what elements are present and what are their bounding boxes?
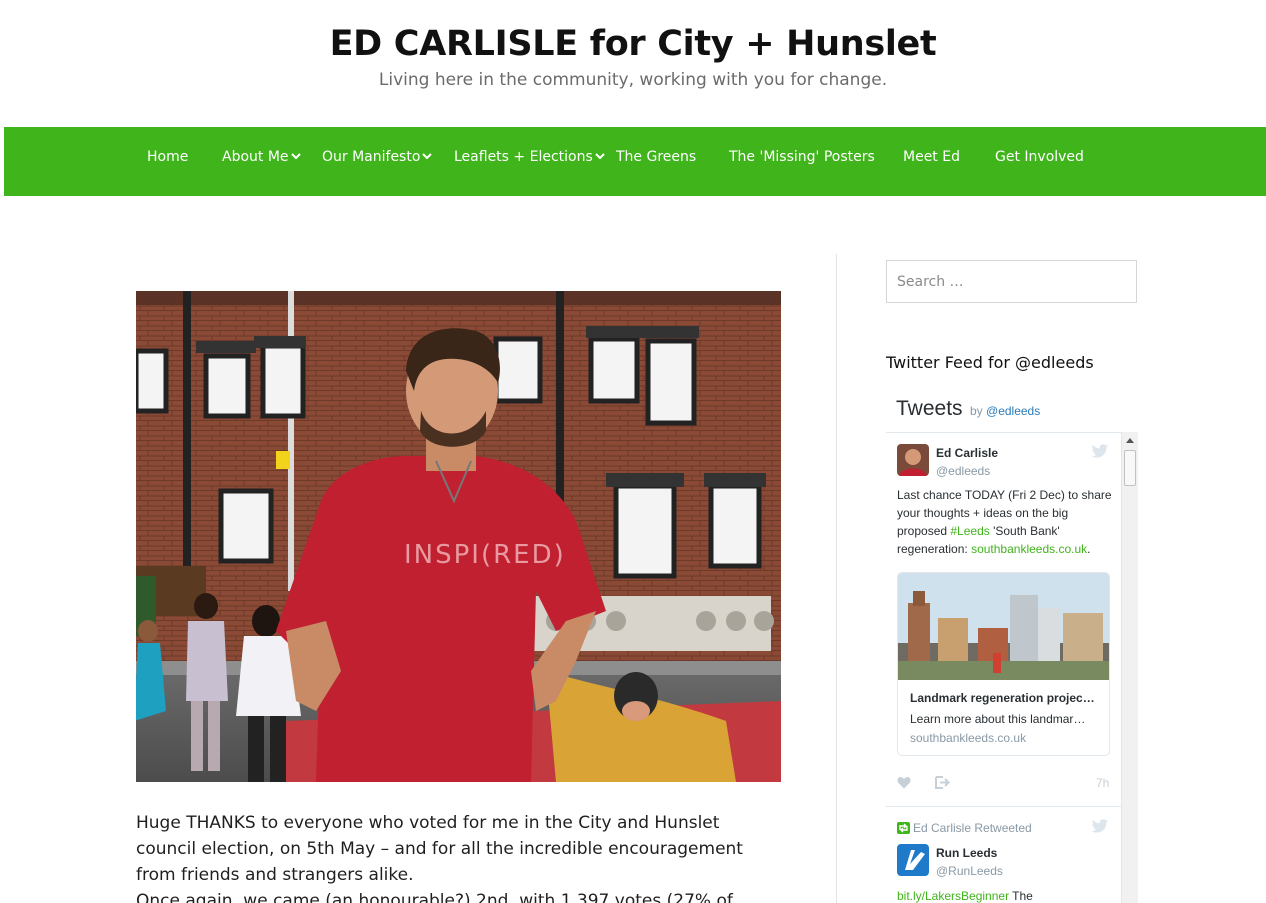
twitter-widget-title: Twitter Feed for @edleeds	[886, 353, 1094, 372]
tweet-author-name[interactable]: Run Leeds	[936, 846, 997, 860]
chevron-down-icon	[595, 153, 605, 160]
post-paragraph: Huge THANKS to everyone who voted for me…	[136, 813, 743, 885]
avatar[interactable]	[897, 844, 929, 876]
retweet-indicator: Ed Carlisle Retweeted	[897, 821, 1032, 835]
avatar-image	[897, 444, 929, 476]
featured-photo: INSPI(RED)	[136, 291, 781, 782]
tweet-text: bit.ly/LakersBeginner The	[897, 887, 1112, 903]
card-title: Landmark regeneration projec…	[910, 691, 1095, 705]
twitter-timeline-title: Tweets	[896, 397, 963, 420]
card-preview-image	[898, 573, 1109, 680]
card-domain: southbankleeds.co.uk	[910, 731, 1027, 745]
svg-text:INSPI(RED): INSPI(RED)	[404, 540, 566, 570]
link-preview-card[interactable]: Landmark regeneration projec… Learn more…	[897, 572, 1110, 756]
street-photo-image: INSPI(RED)	[136, 291, 781, 782]
avatar[interactable]	[897, 444, 929, 476]
nav-item-our-manifesto[interactable]: Our Manifesto	[322, 148, 433, 174]
nav-item-label: Home	[147, 149, 189, 165]
heart-icon[interactable]	[897, 776, 911, 789]
nav-item-meet-ed[interactable]: Meet Ed	[903, 148, 960, 174]
nav-item-label: Meet Ed	[903, 149, 960, 165]
hashtag-link[interactable]: #Leeds	[950, 524, 989, 538]
tweet-url-link[interactable]: southbankleeds.co.uk	[971, 542, 1087, 556]
content-sidebar-divider	[836, 254, 837, 903]
tweet-actions: 7h	[897, 775, 1112, 791]
nav-item-leaflets-elections[interactable]: Leaflets + Elections	[454, 148, 605, 174]
site-header: ED CARLISLE for City + Hunslet Living he…	[0, 0, 1266, 127]
twitter-header-handle-link[interactable]: @edleeds	[986, 404, 1040, 418]
share-icon[interactable]	[935, 776, 950, 789]
tweet-timestamp[interactable]: 7h	[1096, 776, 1109, 790]
timeline-scrollbar[interactable]	[1121, 432, 1138, 903]
twitter-by-label: by	[969, 404, 983, 418]
nav-item-missing-posters[interactable]: The 'Missing' Posters	[729, 148, 875, 174]
tweet-author-handle[interactable]: @edleeds	[936, 464, 990, 478]
chevron-down-icon	[422, 153, 433, 160]
post-body: Huge THANKS to everyone who voted for me…	[136, 810, 776, 903]
nav-item-the-greens[interactable]: The Greens	[616, 148, 696, 174]
chevron-down-icon	[290, 153, 301, 160]
twitter-bird-icon[interactable]	[1091, 819, 1109, 834]
tweet-text: Last chance TODAY (Fri 2 Dec) to share y…	[897, 486, 1112, 558]
nav-item-get-involved[interactable]: Get Involved	[995, 148, 1084, 174]
nav-item-label: Our Manifesto	[322, 149, 421, 165]
retweet-icon	[897, 822, 910, 834]
nav-item-label: The 'Missing' Posters	[729, 149, 875, 165]
tweet-text-segment: The	[1009, 889, 1033, 903]
search-input[interactable]	[886, 260, 1137, 303]
nav-item-label: About Me	[222, 149, 289, 165]
site-title[interactable]: ED CARLISLE for City + Hunslet	[0, 24, 1266, 64]
twitter-bird-icon[interactable]	[1091, 444, 1109, 459]
site-tagline: Living here in the community, working wi…	[378, 70, 888, 90]
tweet-text-segment: .	[1087, 542, 1091, 556]
card-description: Learn more about this landmar…	[910, 712, 1086, 726]
nav-item-about-me[interactable]: About Me	[222, 148, 301, 174]
nav-item-home[interactable]: Home	[147, 148, 188, 174]
run-leeds-logo-icon	[897, 844, 929, 876]
nav-item-label: Get Involved	[995, 149, 1084, 165]
main-navigation: Home About Me Our Manifesto Leaflets + E…	[4, 127, 1266, 196]
twitter-timeline[interactable]: Tweets by @edleeds Ed Carlisle @edleeds …	[886, 392, 1138, 903]
tweet-item[interactable]: Ed Carlisle @edleeds Last chance TODAY (…	[886, 433, 1121, 806]
twitter-timeline-header: Tweets by @edleeds	[896, 397, 1040, 421]
tweet-author-name[interactable]: Ed Carlisle	[936, 446, 998, 460]
tweet-author-handle[interactable]: @RunLeeds	[936, 864, 1003, 878]
tweet-item[interactable]: Ed Carlisle Retweeted Run Leeds @RunLeed…	[886, 807, 1121, 903]
scroll-up-arrow-icon[interactable]	[1126, 438, 1134, 443]
scrollbar-thumb[interactable]	[1124, 450, 1136, 486]
retweet-label: Ed Carlisle Retweeted	[913, 821, 1032, 835]
nav-item-label: The Greens	[616, 149, 697, 165]
tweet-url-link[interactable]: bit.ly/LakersBeginner	[897, 889, 1009, 903]
nav-item-label: Leaflets + Elections	[454, 149, 593, 165]
post-paragraph: Once again, we came (an honourable?) 2nd…	[136, 891, 733, 903]
